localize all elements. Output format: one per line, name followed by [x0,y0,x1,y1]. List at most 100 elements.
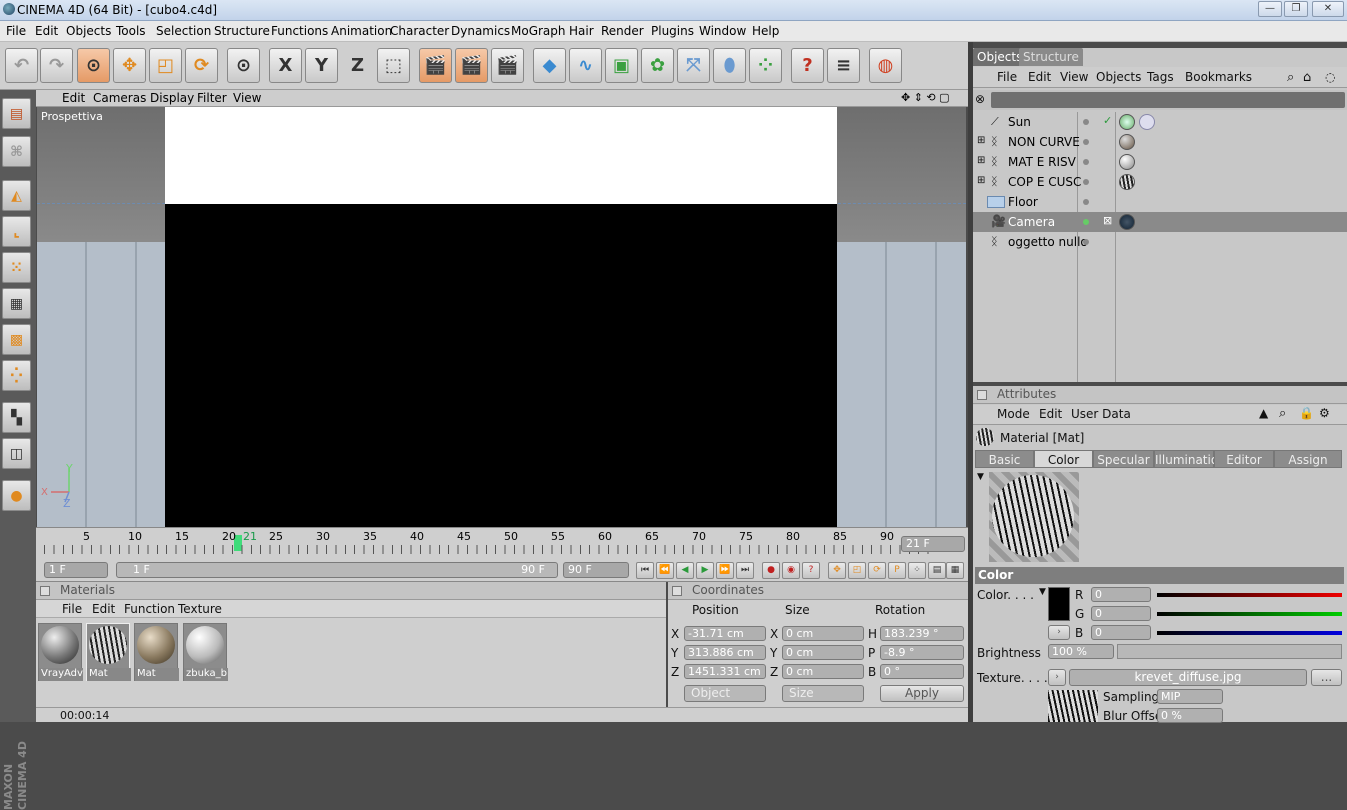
g-field[interactable]: 0 [1091,606,1151,621]
color-picker-button[interactable]: › [1048,625,1070,640]
up-arrow-icon[interactable]: ▲ [1259,406,1268,420]
play-backward-icon[interactable]: ◀ [676,562,694,579]
x-axis-lock[interactable]: X [269,48,302,83]
menu-mograph[interactable]: MoGraph [511,24,566,38]
menu-dynamics[interactable]: Dynamics [451,24,510,38]
minimize-button[interactable]: — [1258,1,1282,17]
viewport-menu-cameras[interactable]: Cameras [93,91,146,105]
object-row[interactable]: ⊞ ᛝ COP E CUSC [973,172,1347,192]
array-icon[interactable]: ✿ [641,48,674,83]
search-input[interactable] [991,92,1345,108]
redo-icon[interactable]: ↷ [40,48,73,83]
rotation-p-field[interactable]: -8.9 ° [880,645,964,660]
interpolation-icon[interactable]: ▤ [928,562,946,579]
size-z-field[interactable]: 0 cm [782,664,864,679]
next-frame-icon[interactable]: ⏩ [716,562,734,579]
light-tag-icon[interactable] [1119,114,1135,130]
menu-objects[interactable]: Objects [66,24,111,38]
script-icon[interactable]: ≡ [827,48,860,83]
help-cursor-icon[interactable]: ? [791,48,824,83]
tab-assign[interactable]: Assign [1274,450,1342,468]
viewport-menu-display[interactable]: Display [150,91,194,105]
material-tag-icon[interactable] [1119,134,1135,150]
key-pla-icon[interactable]: ⁘ [908,562,926,579]
visibility-dot[interactable] [1083,199,1089,205]
scale-icon[interactable]: ◰ [149,48,182,83]
materials-menu-edit[interactable]: Edit [92,602,115,616]
search-icon[interactable]: ⌕ [1287,70,1294,85]
position-z-field[interactable]: 1451.331 cm [684,664,766,679]
menu-hair[interactable]: Hair [569,24,594,38]
color-swatch[interactable] [1048,587,1070,621]
timeline[interactable]: 5 10 15 20 21 25 30 35 40 45 50 55 60 65… [36,527,968,559]
key-parameter-icon[interactable]: P [888,562,906,579]
coordinate-system-icon[interactable]: ⬚ [377,48,410,83]
material-swatch[interactable]: zbuka_b [183,623,228,681]
menu-animation[interactable]: Animation [331,24,392,38]
object-axis-icon[interactable]: ⌞ [2,216,31,247]
material-tag-icon[interactable] [1119,154,1135,170]
range-slider[interactable]: 1 F 90 F [116,562,558,578]
cube-icon[interactable]: ◆ [533,48,566,83]
move-icon[interactable]: ✥ [113,48,146,83]
expand-icon[interactable]: ⊞ [977,175,985,186]
position-y-field[interactable]: 313.886 cm [684,645,766,660]
r-slider[interactable] [1157,593,1342,597]
edges-mode-icon[interactable]: ▦ [2,288,31,319]
sun-tag-icon[interactable] [1139,114,1155,130]
brightness-slider[interactable] [1117,644,1342,659]
viewport[interactable]: Prospettiva Y X Z [37,107,966,527]
objects-menu-edit[interactable]: Edit [1028,70,1051,84]
points-mode-icon[interactable]: ⁙ [2,252,31,283]
z-axis-lock[interactable]: Z [341,48,374,83]
attributes-menu-user-data[interactable]: User Data [1071,407,1131,421]
tab-structure[interactable]: Structure [1019,48,1083,66]
key-scale-icon[interactable]: ◰ [848,562,866,579]
sampling-select[interactable]: MIP [1157,689,1223,704]
make-editable-icon[interactable]: ⌘ [2,136,31,167]
rotation-h-field[interactable]: 183.239 ° [880,626,964,641]
materials-menu-file[interactable]: File [62,602,82,616]
materials-collapse-icon[interactable] [40,586,50,596]
target-tag-icon[interactable] [1119,214,1135,230]
expand-icon[interactable]: ⊞ [977,135,985,146]
material-swatch[interactable]: Mat [134,623,179,681]
object-row[interactable]: ⊞ ᛝ MAT E RISV [973,152,1347,172]
expand-icon[interactable]: ⊞ [977,155,985,166]
end-frame-field[interactable]: 90 F [563,562,629,578]
menu-render[interactable]: Render [601,24,644,38]
maximize-button[interactable]: ❐ [1284,1,1308,17]
b-slider[interactable] [1157,631,1342,635]
autokey-icon[interactable]: ◉ [782,562,800,579]
go-to-end-icon[interactable]: ⏭ [736,562,754,579]
b-field[interactable]: 0 [1091,625,1151,640]
material-swatch[interactable]: VrayAdv [38,623,83,681]
last-tool-icon[interactable]: ⊙ [227,48,260,83]
texture-browse-button[interactable]: ... [1311,669,1342,686]
material-swatch-selected[interactable]: Mat [86,623,131,681]
size-y-field[interactable]: 0 cm [782,645,864,660]
tab-color[interactable]: Color [1034,450,1093,468]
model-mode-icon[interactable]: ◭ [2,180,31,211]
attributes-collapse-icon[interactable] [977,390,987,400]
brightness-field[interactable]: 100 % [1048,644,1114,659]
menu-selection[interactable]: Selection [156,24,211,38]
render-picture-viewer-icon[interactable]: 🎬 [455,48,488,83]
subdivision-icon[interactable]: ▣ [605,48,638,83]
blur-offset-field[interactable]: 0 % [1157,708,1223,723]
menu-functions[interactable]: Functions [271,24,328,38]
texture-menu-button[interactable]: › [1048,669,1066,686]
menu-tools[interactable]: Tools [116,24,146,38]
layout-icon[interactable]: ◍ [869,48,902,83]
texture-file-button[interactable]: krevet_diffuse.jpg [1069,669,1307,686]
viewport-menu-view[interactable]: View [233,91,261,105]
object-mode-select[interactable]: Object [684,685,766,702]
object-row[interactable]: Floor [973,192,1347,212]
key-rotation-icon[interactable]: ⟳ [868,562,886,579]
object-row-selected[interactable]: 🎥 Camera ⊠ [973,212,1347,232]
object-row[interactable]: ⟋ Sun ✓ [973,112,1347,132]
tab-editor[interactable]: Editor [1214,450,1274,468]
y-axis-lock[interactable]: Y [305,48,338,83]
tab-illumination[interactable]: Illumination [1154,450,1226,468]
record-icon[interactable]: ● [762,562,780,579]
